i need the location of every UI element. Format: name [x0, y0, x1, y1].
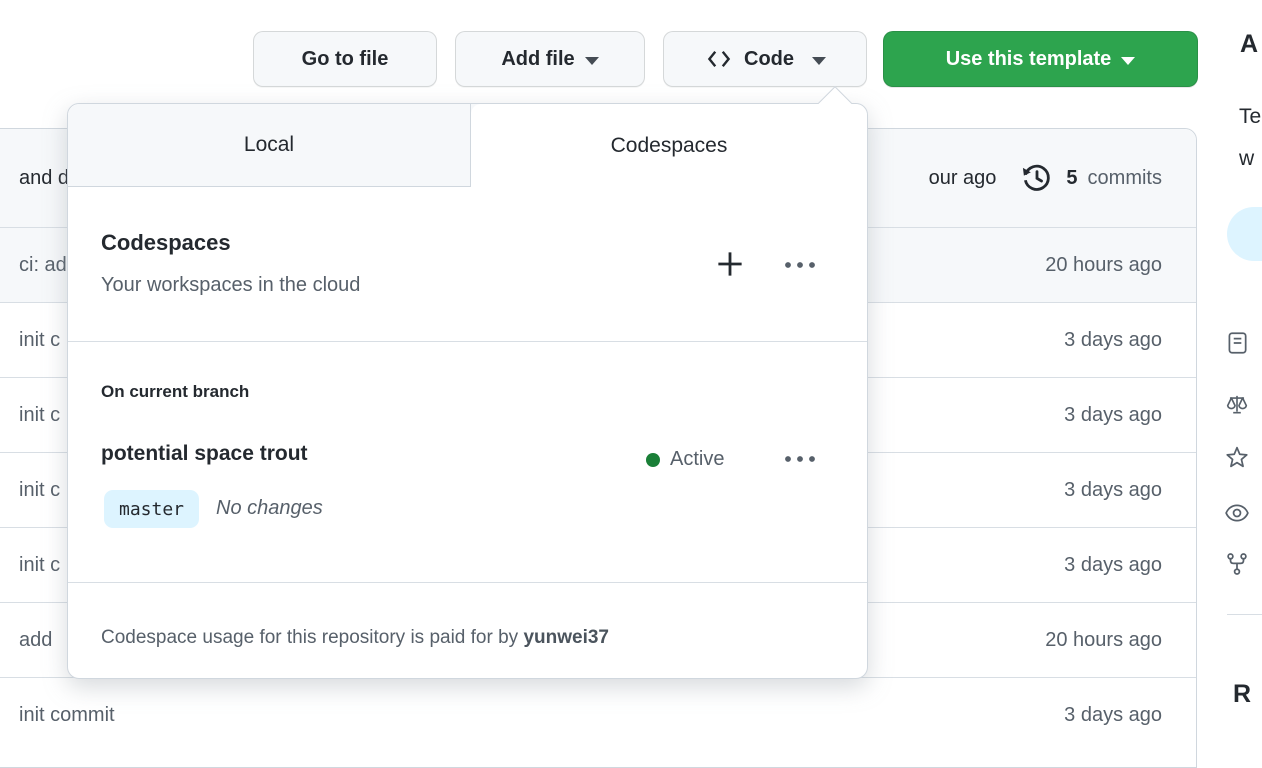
new-codespace-plus-icon[interactable]	[715, 249, 745, 279]
usage-footer: Codespace usage for this repository is p…	[101, 627, 609, 649]
usage-footer-text: Codespace usage for this repository is p…	[101, 627, 524, 648]
tab-codespaces[interactable]: Codespaces	[471, 104, 867, 188]
row-commit-time[interactable]: 3 days ago	[1064, 554, 1162, 577]
use-this-template-button[interactable]: Use this template	[883, 31, 1198, 87]
row-commit-message[interactable]: ci: ad	[19, 254, 67, 277]
readme-file-icon[interactable]	[1224, 330, 1250, 356]
row-commit-message[interactable]: init c	[19, 404, 60, 427]
active-status-label: Active	[670, 448, 725, 470]
row-commit-time[interactable]: 20 hours ago	[1045, 629, 1162, 652]
branch-badge: master	[104, 490, 200, 528]
row-commit-message[interactable]: init c	[19, 554, 60, 577]
codespaces-kebab-icon[interactable]	[784, 260, 816, 270]
latest-commit-time: our ago	[928, 166, 997, 189]
row-commit-message[interactable]: init c	[19, 329, 60, 352]
row-commit-time[interactable]: 20 hours ago	[1045, 254, 1162, 277]
about-heading: A	[1240, 30, 1259, 58]
on-current-branch-label: On current branch	[101, 382, 250, 401]
about-sidebar: A Te w R	[1197, 0, 1262, 734]
codespace-status: Active	[646, 448, 724, 471]
law-icon[interactable]	[1224, 391, 1250, 417]
row-commit-time[interactable]: 3 days ago	[1064, 479, 1162, 502]
eye-icon[interactable]	[1224, 500, 1250, 526]
commit-count: 5	[1066, 166, 1078, 189]
sidebar-divider	[1227, 614, 1262, 615]
code-icon	[704, 47, 734, 71]
add-file-label: Add file	[501, 47, 575, 70]
commit-count-label: commits	[1087, 166, 1162, 189]
row-commit-time[interactable]: 3 days ago	[1064, 404, 1162, 427]
code-label: Code	[744, 47, 794, 70]
row-commit-message[interactable]: init c	[19, 479, 60, 502]
row-commit-message[interactable]: init commit	[19, 704, 115, 727]
go-to-file-label: Go to file	[301, 47, 389, 70]
dropdown-tabbar: Local Codespaces	[68, 104, 867, 188]
commits-cluster[interactable]: our ago 5 commits	[929, 163, 1162, 193]
table-row[interactable]: init commit 3 days ago	[0, 677, 1196, 752]
panel-divider	[68, 341, 867, 342]
codespaces-subtitle: Your workspaces in the cloud	[101, 274, 361, 296]
chevron-down-icon	[1121, 56, 1136, 65]
codespaces-title: Codespaces	[101, 230, 231, 255]
history-icon	[1022, 163, 1052, 193]
row-commit-time[interactable]: 3 days ago	[1064, 704, 1162, 727]
tab-local[interactable]: Local	[68, 104, 471, 186]
active-status-dot	[646, 452, 660, 467]
add-file-button[interactable]: Add file	[455, 31, 645, 87]
repo-description-line: w	[1239, 147, 1255, 170]
topic-badge[interactable]	[1227, 207, 1262, 261]
releases-heading: R	[1233, 680, 1252, 708]
code-button[interactable]: Code	[663, 31, 867, 87]
repo-description-line: Te	[1239, 105, 1262, 128]
latest-commit-message[interactable]: and d	[19, 167, 69, 190]
usage-footer-owner: yunwei37	[523, 627, 609, 648]
go-to-file-button[interactable]: Go to file	[253, 31, 437, 87]
chevron-down-icon	[812, 56, 826, 65]
chevron-down-icon	[584, 56, 599, 65]
codespace-name[interactable]: potential space trout	[101, 442, 308, 466]
codespace-kebab-icon[interactable]	[784, 454, 816, 464]
panel-divider	[68, 582, 867, 583]
fork-icon[interactable]	[1224, 551, 1250, 577]
use-this-template-label: Use this template	[945, 47, 1112, 70]
tab-codespaces-label: Codespaces	[610, 134, 728, 157]
row-commit-time[interactable]: 3 days ago	[1064, 329, 1162, 352]
branch-name: master	[119, 498, 185, 520]
tab-local-label: Local	[243, 133, 295, 156]
row-commit-message[interactable]: add	[19, 629, 52, 652]
star-icon[interactable]	[1224, 445, 1250, 471]
no-changes-label: No changes	[216, 497, 323, 519]
code-dropdown-panel: Local Codespaces Codespaces Your workspa…	[67, 86, 868, 679]
